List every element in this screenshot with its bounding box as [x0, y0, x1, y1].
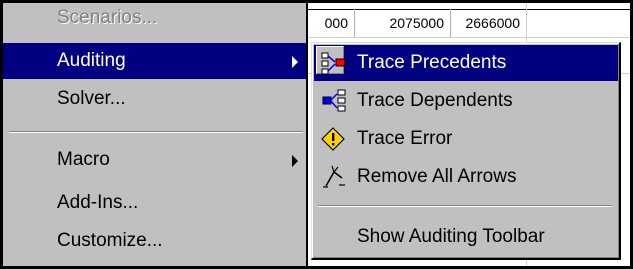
- trace-error-icon: [321, 127, 345, 151]
- menu-item-label: Customize...: [57, 230, 163, 251]
- menu-item-customize[interactable]: Customize...: [3, 223, 306, 259]
- submenu-item-trace-error[interactable]: Trace Error: [314, 121, 618, 157]
- submenu-arrow-icon: [292, 56, 298, 68]
- menu-item-label: Solver...: [57, 88, 126, 109]
- menu-item-auditing[interactable]: Auditing: [3, 43, 306, 79]
- submenu-item-label: Trace Error: [357, 128, 453, 149]
- grid-line: [308, 37, 633, 38]
- submenu-item-label: Trace Dependents: [357, 90, 513, 111]
- menu-item-solver[interactable]: Solver...: [3, 81, 306, 117]
- tools-menu: Scenarios... Auditing Solver... Macro Ad…: [3, 3, 308, 266]
- auditing-submenu: Trace Precedents Trace Dependents Trace …: [311, 42, 621, 260]
- menu-item-add-ins[interactable]: Add-Ins...: [3, 185, 306, 221]
- submenu-item-label: Remove All Arrows: [357, 166, 517, 187]
- sheet-cell[interactable]: 2075000: [355, 9, 451, 37]
- submenu-item-trace-precedents[interactable]: Trace Precedents: [314, 45, 618, 81]
- submenu-item-trace-dependents[interactable]: Trace Dependents: [314, 83, 618, 119]
- menu-item-label: Add-Ins...: [57, 192, 139, 213]
- sheet-cell[interactable]: 2666000: [451, 9, 527, 37]
- submenu-separator: [318, 205, 612, 207]
- menu-item-label: Scenarios...: [57, 7, 158, 28]
- menu-item-label: Macro: [57, 149, 110, 170]
- submenu-item-remove-all-arrows[interactable]: Remove All Arrows: [314, 159, 618, 195]
- trace-dependents-icon: [322, 89, 346, 112]
- menu-item-macro[interactable]: Macro: [3, 142, 306, 178]
- submenu-item-label: Show Auditing Toolbar: [357, 226, 545, 247]
- trace-precedents-icon: [321, 52, 346, 75]
- menu-separator: [9, 131, 303, 133]
- remove-arrows-icon: [323, 165, 345, 188]
- submenu-arrow-icon: [292, 155, 298, 167]
- submenu-item-show-auditing-toolbar[interactable]: Show Auditing Toolbar: [314, 219, 618, 255]
- sheet-cell[interactable]: 000: [308, 9, 355, 37]
- menu-item-scenarios[interactable]: Scenarios...: [3, 3, 306, 37]
- submenu-item-label: Trace Precedents: [357, 52, 507, 73]
- menu-item-label: Auditing: [57, 50, 126, 71]
